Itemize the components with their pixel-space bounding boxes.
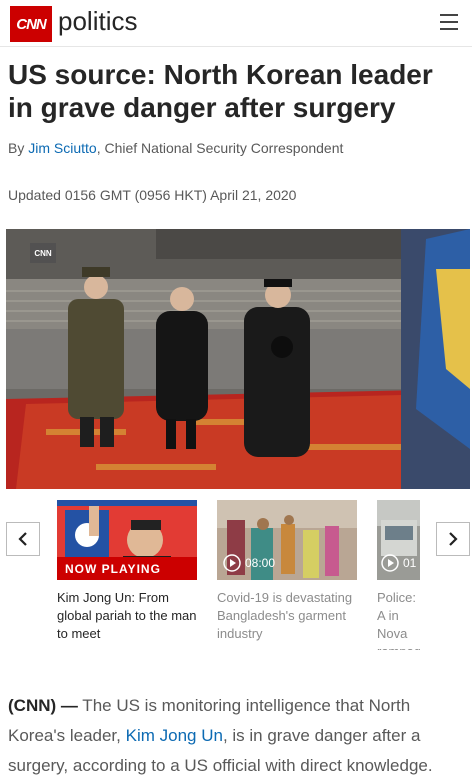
updated-timestamp: Updated 0156 GMT (0956 HKT) April 21, 20… (8, 187, 297, 203)
headline: US source: North Korean leader in grave … (8, 59, 433, 123)
video-duration: 08:00 (223, 554, 275, 572)
hamburger-menu-icon[interactable] (440, 14, 458, 30)
cnn-logo[interactable]: CNN (10, 6, 52, 42)
now-playing-badge: NOW PLAYING (57, 557, 197, 580)
hero-image[interactable] (6, 229, 470, 489)
video-thumbnail[interactable]: 01 (377, 500, 420, 580)
carousel-next-button[interactable] (436, 522, 470, 556)
source-tag: (CNN) — (8, 696, 78, 715)
kim-jong-un-link[interactable]: Kim Jong Un (126, 726, 223, 745)
duration-label: 01 (403, 556, 417, 570)
video-thumbnail[interactable]: NOW PLAYING (57, 500, 197, 580)
section-title[interactable]: politics (58, 6, 137, 37)
author-link[interactable]: Jim Sciutto (28, 140, 96, 156)
top-bar: CNN politics (0, 0, 472, 47)
carousel-card[interactable]: 08:00 Covid-19 is devastating Bangladesh… (217, 500, 362, 650)
hero-photo (6, 229, 470, 489)
card-caption[interactable]: Police: A in Nova rampag (377, 589, 420, 650)
card-caption[interactable]: Covid-19 is devastating Bangladesh's gar… (217, 589, 357, 643)
duration-label: 08:00 (245, 556, 276, 570)
article-lede: (CNN) — The US is monitoring intelligenc… (8, 691, 470, 781)
chevron-left-icon (18, 532, 27, 546)
carousel-card[interactable]: NOW PLAYING Kim Jong Un: From global par… (57, 500, 202, 650)
author-title: , Chief National Security Correspondent (96, 140, 344, 156)
carousel-prev-button[interactable] (6, 522, 40, 556)
byline: By Jim Sciutto, Chief National Security … (8, 136, 448, 160)
play-icon (381, 554, 399, 572)
byline-prefix: By (8, 140, 29, 156)
video-thumbnail[interactable]: 08:00 (217, 500, 357, 580)
carousel-card[interactable]: 01 Police: A in Nova rampag (377, 500, 420, 650)
cnn-watermark: CNN (30, 243, 56, 263)
play-icon (223, 554, 241, 572)
chevron-right-icon (449, 532, 458, 546)
video-duration: 01 (381, 554, 416, 572)
card-caption[interactable]: Kim Jong Un: From global pariah to the m… (57, 589, 197, 643)
